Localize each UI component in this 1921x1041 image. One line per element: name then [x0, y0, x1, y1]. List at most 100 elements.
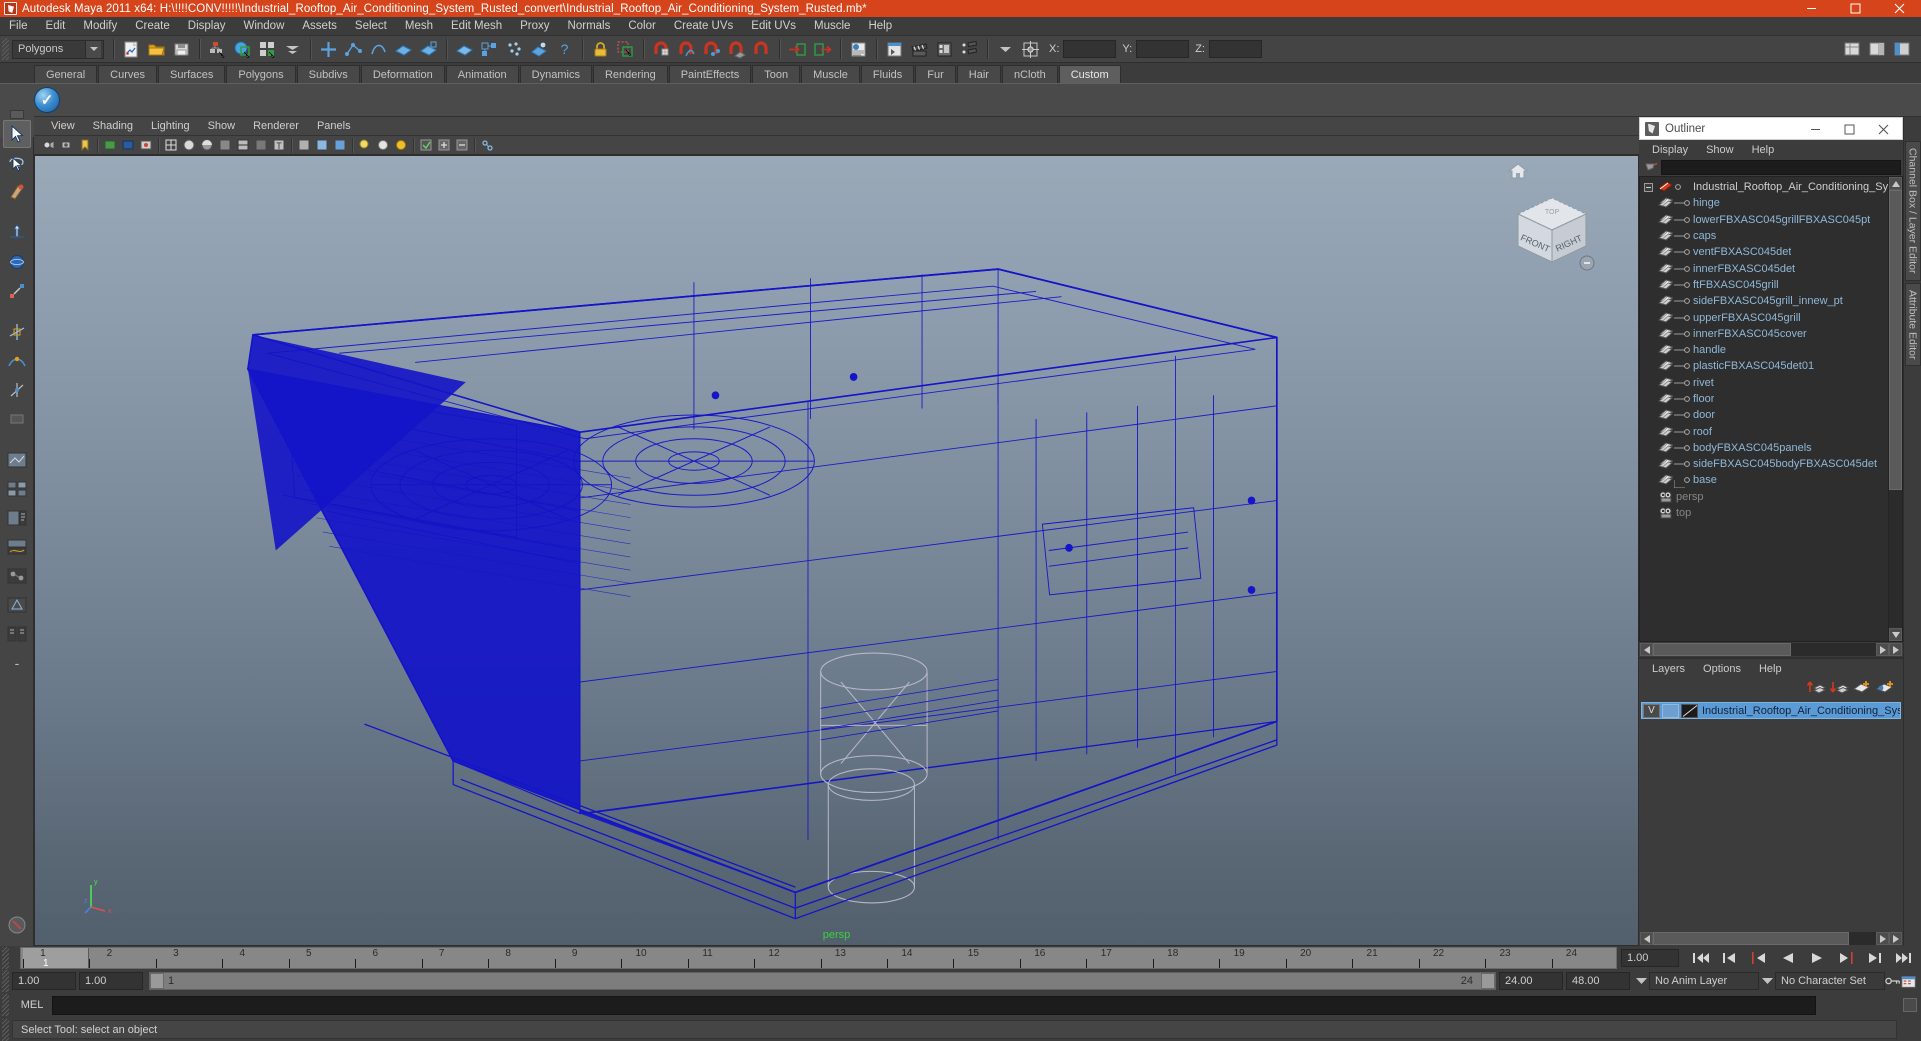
- menu-mesh[interactable]: Mesh: [396, 17, 442, 36]
- menu-color[interactable]: Color: [619, 17, 664, 36]
- motion-blur-icon[interactable]: [392, 137, 409, 154]
- shelf-tab-fur[interactable]: Fur: [915, 65, 956, 83]
- shelf-tab-dynamics[interactable]: Dynamics: [519, 65, 592, 83]
- shaded-wireframe-icon[interactable]: [234, 137, 251, 154]
- outliner-row-handle[interactable]: handle: [1640, 342, 1888, 358]
- outliner-row-lower-grill-pt[interactable]: lowerFBXASC045grillFBXASC045pt: [1640, 212, 1888, 228]
- outliner-row-inner-cover[interactable]: innerFBXASC045cover: [1640, 326, 1888, 342]
- isolate-select-icon[interactable]: [417, 137, 434, 154]
- status-bar-gripper[interactable]: [2, 1018, 9, 1041]
- smooth-shade-all-icon[interactable]: [180, 137, 197, 154]
- playback-start-time-field[interactable]: 1.00: [79, 972, 143, 990]
- new-scene-icon[interactable]: [120, 38, 143, 61]
- snap-to-points-icon[interactable]: [367, 38, 390, 61]
- texture-toggle-icon[interactable]: T: [270, 137, 287, 154]
- show-channel-box-icon[interactable]: [1841, 38, 1864, 61]
- vp-menu-shading[interactable]: Shading: [84, 117, 142, 136]
- hscroll-thumb[interactable]: [1653, 643, 1792, 656]
- select-tool-button[interactable]: [2, 120, 31, 148]
- vp-menu-panels[interactable]: Panels: [308, 117, 360, 136]
- shelf-tab-curves[interactable]: Curves: [98, 65, 157, 83]
- show-attribute-editor-icon[interactable]: [1866, 38, 1889, 61]
- menu-display[interactable]: Display: [179, 17, 235, 36]
- layout-more-icon[interactable]: -: [3, 649, 31, 677]
- step-back-key-button[interactable]: [1716, 948, 1743, 968]
- expand-collapse-toggle[interactable]: [1640, 182, 1657, 192]
- save-scene-icon[interactable]: [170, 38, 193, 61]
- shelf-tab-ncloth[interactable]: nCloth: [1001, 65, 1058, 83]
- play-forwards-button[interactable]: [1803, 948, 1830, 968]
- command-line-gripper[interactable]: [2, 994, 9, 1016]
- attribute-editor-toggle-icon[interactable]: [847, 38, 870, 61]
- magnet-snap-curve-icon[interactable]: [675, 38, 698, 61]
- y-field[interactable]: [1136, 40, 1190, 58]
- layer-list[interactable]: V Industrial_Rooftop_Air_Conditioning_Sy…: [1639, 700, 1903, 931]
- outliner-row-side-grill-innew-pt[interactable]: sideFBXASC045grill_innew_pt: [1640, 293, 1888, 309]
- scroll-right-icon-2[interactable]: [1889, 643, 1902, 656]
- magnet-snap-grid-icon[interactable]: [650, 38, 673, 61]
- lock-icon[interactable]: [589, 38, 612, 61]
- outliner-row-plastic-det01[interactable]: plasticFBXASC045det01: [1640, 358, 1888, 374]
- scroll-right-icon-1[interactable]: [1876, 643, 1889, 656]
- shelf-tab-polygons[interactable]: Polygons: [226, 65, 296, 83]
- rotate-tool-button[interactable]: [3, 248, 31, 276]
- isolate-select-add-icon[interactable]: [435, 137, 452, 154]
- outliner-row-body-panels[interactable]: bodyFBXASC045panels: [1640, 440, 1888, 456]
- layer-scroll-right-icon-2[interactable]: [1889, 932, 1902, 945]
- shelf-tab-general[interactable]: General: [34, 65, 98, 83]
- use-selected-lights-icon[interactable]: [331, 137, 348, 154]
- outliner-row-base[interactable]: base: [1640, 472, 1888, 489]
- menu-create[interactable]: Create: [126, 17, 179, 36]
- character-set-selector[interactable]: No Character Set: [1775, 972, 1885, 990]
- create-layer-from-selected-icon[interactable]: [1875, 679, 1895, 700]
- output-connections-icon[interactable]: [811, 38, 834, 61]
- viewport-settings-icon[interactable]: [478, 137, 495, 154]
- layer-scroll-left-icon[interactable]: [1640, 932, 1653, 945]
- menu-file[interactable]: File: [0, 17, 37, 36]
- outliner-row-top[interactable]: top: [1640, 505, 1888, 521]
- scroll-track[interactable]: [1889, 490, 1902, 628]
- scale-tool-button[interactable]: [3, 277, 31, 305]
- vp-menu-show[interactable]: Show: [199, 117, 245, 136]
- toolbar-gripper[interactable]: [2, 38, 9, 60]
- flat-shade-icon[interactable]: [216, 137, 233, 154]
- paint-selection-tool-button[interactable]: [3, 178, 31, 206]
- animation-preferences-icon[interactable]: [1901, 972, 1917, 990]
- menu-help[interactable]: Help: [859, 17, 901, 36]
- go-to-start-button[interactable]: [1687, 948, 1714, 968]
- layer-visibility-toggle[interactable]: V: [1643, 703, 1660, 718]
- command-input[interactable]: [52, 995, 1816, 1015]
- shelf-tab-deformation[interactable]: Deformation: [360, 65, 445, 83]
- layer-scroll-right-icon-1[interactable]: [1876, 932, 1889, 945]
- auto-key-icon[interactable]: [1885, 972, 1901, 990]
- outliner-row-ft-grill[interactable]: ftFBXASC045grill: [1640, 277, 1888, 293]
- layers-menu-help[interactable]: Help: [1750, 659, 1791, 678]
- layer-row[interactable]: V Industrial_Rooftop_Air_Conditioning_Sy…: [1641, 702, 1901, 719]
- xray-icon[interactable]: [252, 137, 269, 154]
- range-start-handle[interactable]: [150, 973, 164, 989]
- move-layer-down-icon[interactable]: [1829, 679, 1850, 700]
- character-set-dropdown-arrow-icon[interactable]: [1759, 972, 1775, 990]
- layer-display-type-toggle[interactable]: [1681, 703, 1698, 718]
- close-button[interactable]: [1877, 0, 1921, 17]
- ambient-occlusion-icon[interactable]: [374, 137, 391, 154]
- layout-uv-editor-icon[interactable]: [3, 591, 31, 619]
- outliner-search-input[interactable]: [1661, 160, 1901, 175]
- outliner-row-roof[interactable]: roof: [1640, 423, 1888, 439]
- shelf-tab-painteffects[interactable]: PaintEffects: [668, 65, 752, 83]
- show-manipulator-tool-button[interactable]: [3, 376, 31, 404]
- select-by-hierarchy-icon[interactable]: [206, 38, 229, 61]
- move-tool-button[interactable]: [3, 219, 31, 247]
- universal-manipulator-button[interactable]: [3, 318, 31, 346]
- bookmark-icon[interactable]: [76, 137, 93, 154]
- sequence-icon[interactable]: [958, 38, 981, 61]
- render-view-icon[interactable]: [528, 38, 551, 61]
- layout-single-pane-icon[interactable]: [3, 446, 31, 474]
- outliner-row-inner-det[interactable]: innerFBXASC045det: [1640, 260, 1888, 276]
- outliner-row-upper-grill[interactable]: upperFBXASC045grill: [1640, 309, 1888, 325]
- snap-to-planes-icon[interactable]: [392, 38, 415, 61]
- help-question-icon[interactable]: ?: [553, 38, 576, 61]
- time-slider[interactable]: 1 1 2 3 4 5 6 7 8 9 10 11 12 13 14 15 16 17 18 19 20 21 22 23 24: [20, 947, 1617, 969]
- magnet-snap-live-icon[interactable]: [750, 38, 773, 61]
- vp-menu-lighting[interactable]: Lighting: [142, 117, 199, 136]
